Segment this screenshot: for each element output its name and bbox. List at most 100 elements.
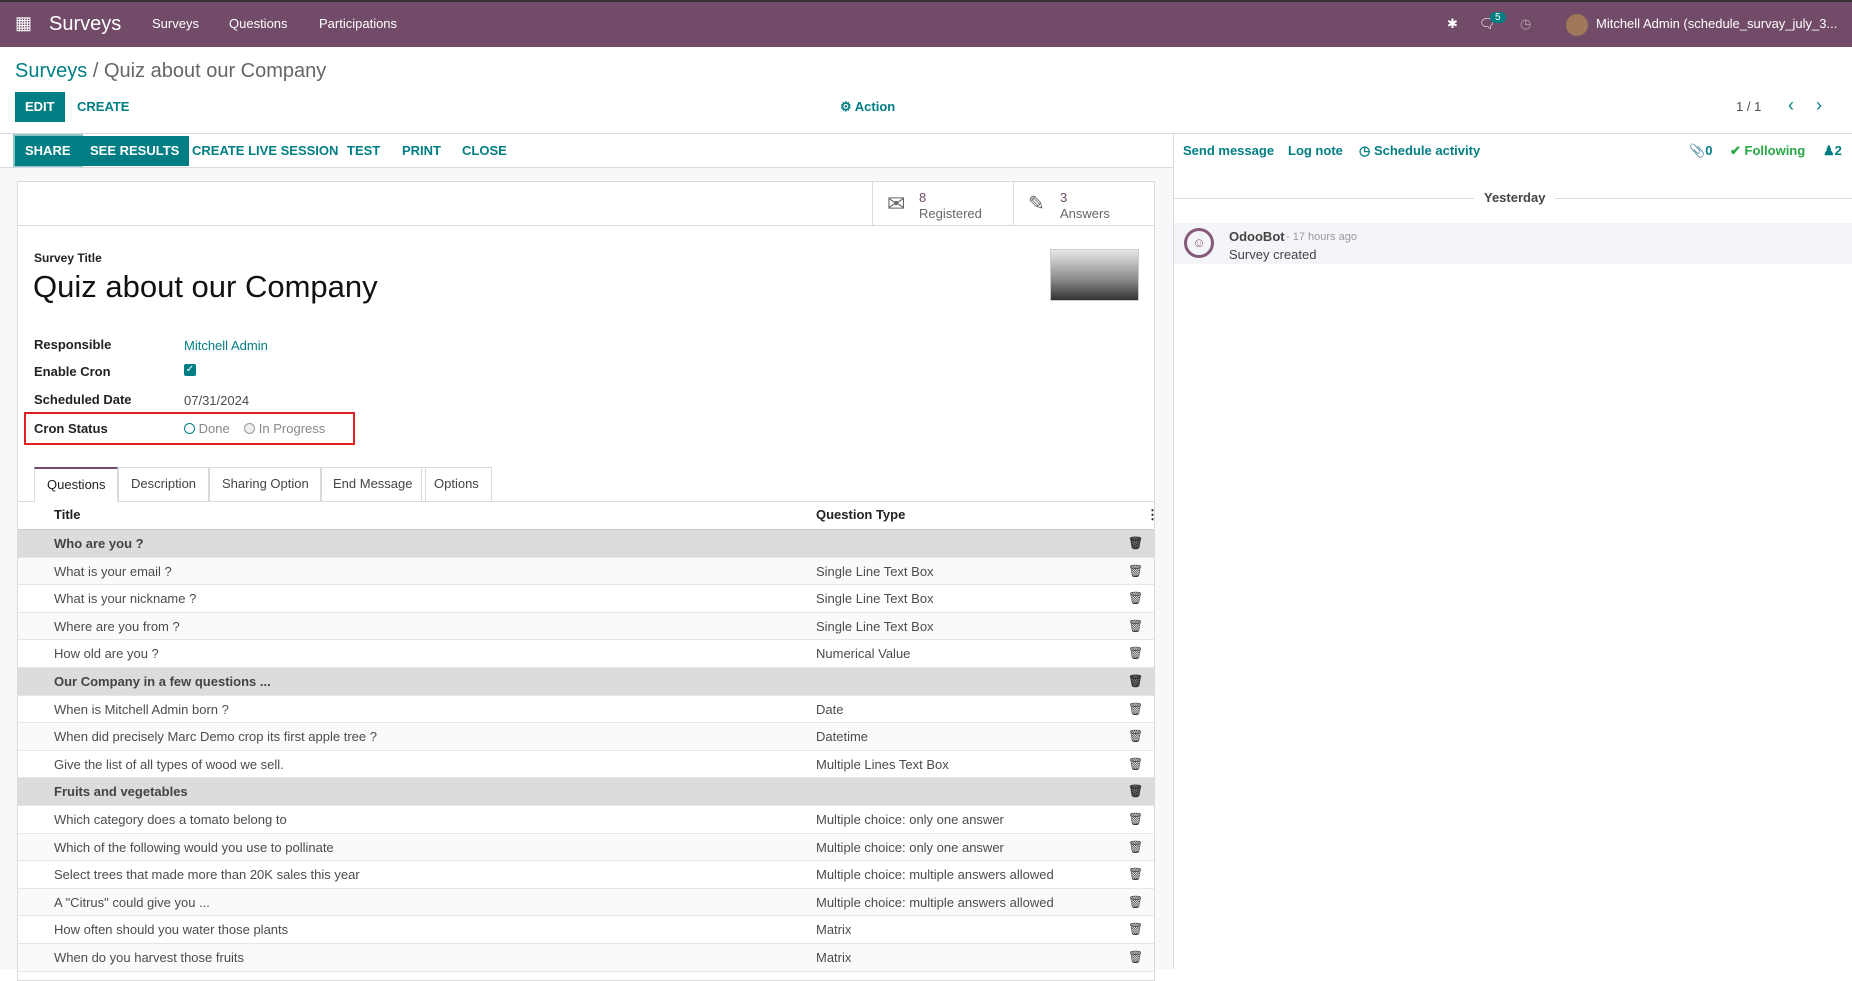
survey-background-image[interactable]	[1050, 249, 1139, 301]
registered-stat-button[interactable]: ✉ 8 Registered	[872, 182, 1014, 225]
trash-icon[interactable]: 🗑	[1128, 668, 1143, 695]
question-type: Numerical Value	[816, 646, 911, 662]
test-button[interactable]: TEST	[337, 136, 390, 166]
app-name[interactable]: Surveys	[49, 13, 121, 36]
menu-questions[interactable]: Questions	[229, 16, 288, 31]
table-row[interactable]: Which category does a tomato belong to Mu…	[18, 806, 1154, 834]
table-row[interactable]: How often should you water those plants M…	[18, 916, 1154, 944]
section-row[interactable]: Our Company in a few questions ... 🗑	[18, 668, 1154, 696]
trash-icon[interactable]: 🗑	[1128, 916, 1143, 943]
question-type: Multiple choice: multiple answers allowe…	[816, 894, 1054, 910]
trash-icon[interactable]: 🗑	[1128, 530, 1143, 557]
question-type: Single Line Text Box	[816, 563, 934, 579]
trash-icon[interactable]: 🗑	[1128, 944, 1143, 971]
schedule-activity-label: Schedule activity	[1373, 143, 1481, 158]
paperclip-icon: 📎	[1689, 143, 1706, 158]
followers-button[interactable]: ♟2	[1823, 143, 1842, 159]
check-icon: ✔	[1730, 143, 1741, 158]
user-menu[interactable]: Mitchell Admin (schedule_survay_july_3..…	[1596, 16, 1837, 31]
bug-icon[interactable]: ✱	[1447, 16, 1458, 32]
column-title[interactable]: Title	[54, 501, 81, 528]
schedule-activity-button[interactable]: ◷ Schedule activity	[1359, 143, 1480, 159]
answers-stat-button[interactable]: ✎ 3 Answers	[1013, 182, 1155, 225]
table-row[interactable]: Where are you from ? Single Line Text Box…	[18, 612, 1154, 641]
trash-icon[interactable]: 🗑	[1128, 640, 1143, 667]
table-row[interactable]: How old are you ? Numerical Value 🗑	[18, 640, 1154, 668]
question-title: How old are you ?	[54, 646, 159, 662]
create-button[interactable]: CREATE	[67, 92, 139, 122]
column-question-type[interactable]: Question Type	[816, 501, 905, 528]
table-row[interactable]: Which of the following would you use to …	[18, 833, 1154, 862]
table-row[interactable]: When do you harvest those fruits Matrix 🗑	[18, 944, 1154, 972]
breadcrumb-surveys[interactable]: Surveys	[15, 60, 87, 82]
see-results-button[interactable]: SEE RESULTS	[80, 136, 190, 166]
action-menu[interactable]: ⚙ Action	[840, 99, 895, 115]
share-button[interactable]: SHARE	[15, 136, 81, 166]
tab-questions[interactable]: Questions	[34, 467, 118, 502]
enable-cron-checkbox[interactable]: ✓	[184, 364, 196, 376]
odoobot-avatar: ☺	[1184, 228, 1214, 258]
table-row[interactable]: When is Mitchell Admin born ? Date 🗑	[18, 696, 1154, 724]
trash-icon[interactable]: 🗑	[1128, 834, 1143, 861]
trash-icon[interactable]: 🗑	[1128, 558, 1143, 585]
question-type: Multiple choice: only one answer	[816, 839, 1004, 855]
send-message-button[interactable]: Send message	[1183, 143, 1274, 158]
trash-icon[interactable]: 🗑	[1128, 696, 1143, 723]
table-row[interactable]: What is your email ? Single Line Text Box…	[18, 557, 1154, 586]
question-type: Matrix	[816, 922, 852, 938]
trash-icon[interactable]: 🗑	[1128, 723, 1143, 750]
activity-clock-icon[interactable]: ◷	[1520, 16, 1531, 32]
pager-next-icon[interactable]: ›	[1816, 95, 1822, 116]
question-type: Single Line Text Box	[816, 591, 934, 607]
tab-end-message[interactable]: End Message	[320, 467, 426, 501]
edit-button[interactable]: EDIT	[15, 92, 65, 122]
scheduled-date-field[interactable]: 07/31/2024	[184, 393, 249, 408]
section-row[interactable]: Fruits and vegetables 🗑	[18, 778, 1154, 806]
avatar[interactable]	[1566, 14, 1588, 36]
apps-menu-icon[interactable]: ▦	[15, 13, 32, 34]
table-row[interactable]: A "Citrus" could give you ... Multiple ch…	[18, 888, 1154, 917]
table-row[interactable]: Select trees that made more than 20K sal…	[18, 861, 1154, 889]
menu-surveys[interactable]: Surveys	[152, 16, 199, 31]
responsible-field[interactable]: Mitchell Admin	[184, 338, 268, 353]
log-note-button[interactable]: Log note	[1288, 143, 1343, 158]
tab-sharing-option[interactable]: Sharing Option	[209, 467, 322, 501]
tab-description[interactable]: Description	[118, 467, 210, 501]
registered-count: 8	[919, 190, 927, 205]
trash-icon[interactable]: 🗑	[1128, 585, 1143, 612]
print-button[interactable]: PRINT	[392, 136, 451, 166]
breadcrumb: Surveys / Quiz about our Company	[15, 60, 327, 82]
date-separator: Yesterday	[1474, 190, 1556, 205]
close-button[interactable]: CLOSE	[452, 136, 517, 166]
message-author[interactable]: OdooBot	[1229, 229, 1285, 244]
survey-title-label: Survey Title	[34, 251, 102, 265]
attachments-count: 0	[1705, 143, 1713, 158]
pager-prev-icon[interactable]: ‹	[1788, 95, 1794, 116]
question-title: Select trees that made more than 20K sal…	[54, 867, 360, 883]
tab-options[interactable]: Options	[421, 467, 492, 501]
followers-count: 2	[1834, 143, 1842, 158]
responsible-label: Responsible	[34, 337, 112, 352]
table-row[interactable]: Give the list of all types of wood we se…	[18, 751, 1154, 779]
attachments-button[interactable]: 📎0	[1689, 143, 1712, 159]
trash-icon[interactable]: 🗑	[1128, 613, 1143, 640]
optional-columns-icon[interactable]: ⋮	[1146, 501, 1159, 528]
trash-icon[interactable]: 🗑	[1128, 889, 1143, 916]
trash-icon[interactable]: 🗑	[1128, 861, 1143, 888]
trash-icon[interactable]: 🗑	[1128, 806, 1143, 833]
trash-icon[interactable]: 🗑	[1128, 778, 1143, 805]
menu-participations[interactable]: Participations	[319, 16, 397, 31]
table-row[interactable]: What is your nickname ? Single Line Text …	[18, 585, 1154, 613]
following-button[interactable]: ✔ Following	[1730, 143, 1805, 159]
radio-done[interactable]: Done	[184, 421, 230, 436]
table-row[interactable]: When did precisely Marc Demo crop its fi…	[18, 723, 1154, 751]
question-title: Where are you from ?	[54, 618, 180, 634]
cron-status-radio: Done In Progress	[184, 421, 325, 436]
question-title: Our Company in a few questions ...	[54, 674, 271, 689]
create-live-session-button[interactable]: CREATE LIVE SESSION	[182, 136, 348, 166]
trash-icon[interactable]: 🗑	[1128, 751, 1143, 778]
pager-value[interactable]: 1 / 1	[1736, 99, 1761, 114]
section-row[interactable]: Who are you ? 🗑	[18, 530, 1154, 558]
radio-in-progress[interactable]: In Progress	[244, 421, 325, 436]
survey-title[interactable]: Quiz about our Company	[33, 269, 378, 305]
